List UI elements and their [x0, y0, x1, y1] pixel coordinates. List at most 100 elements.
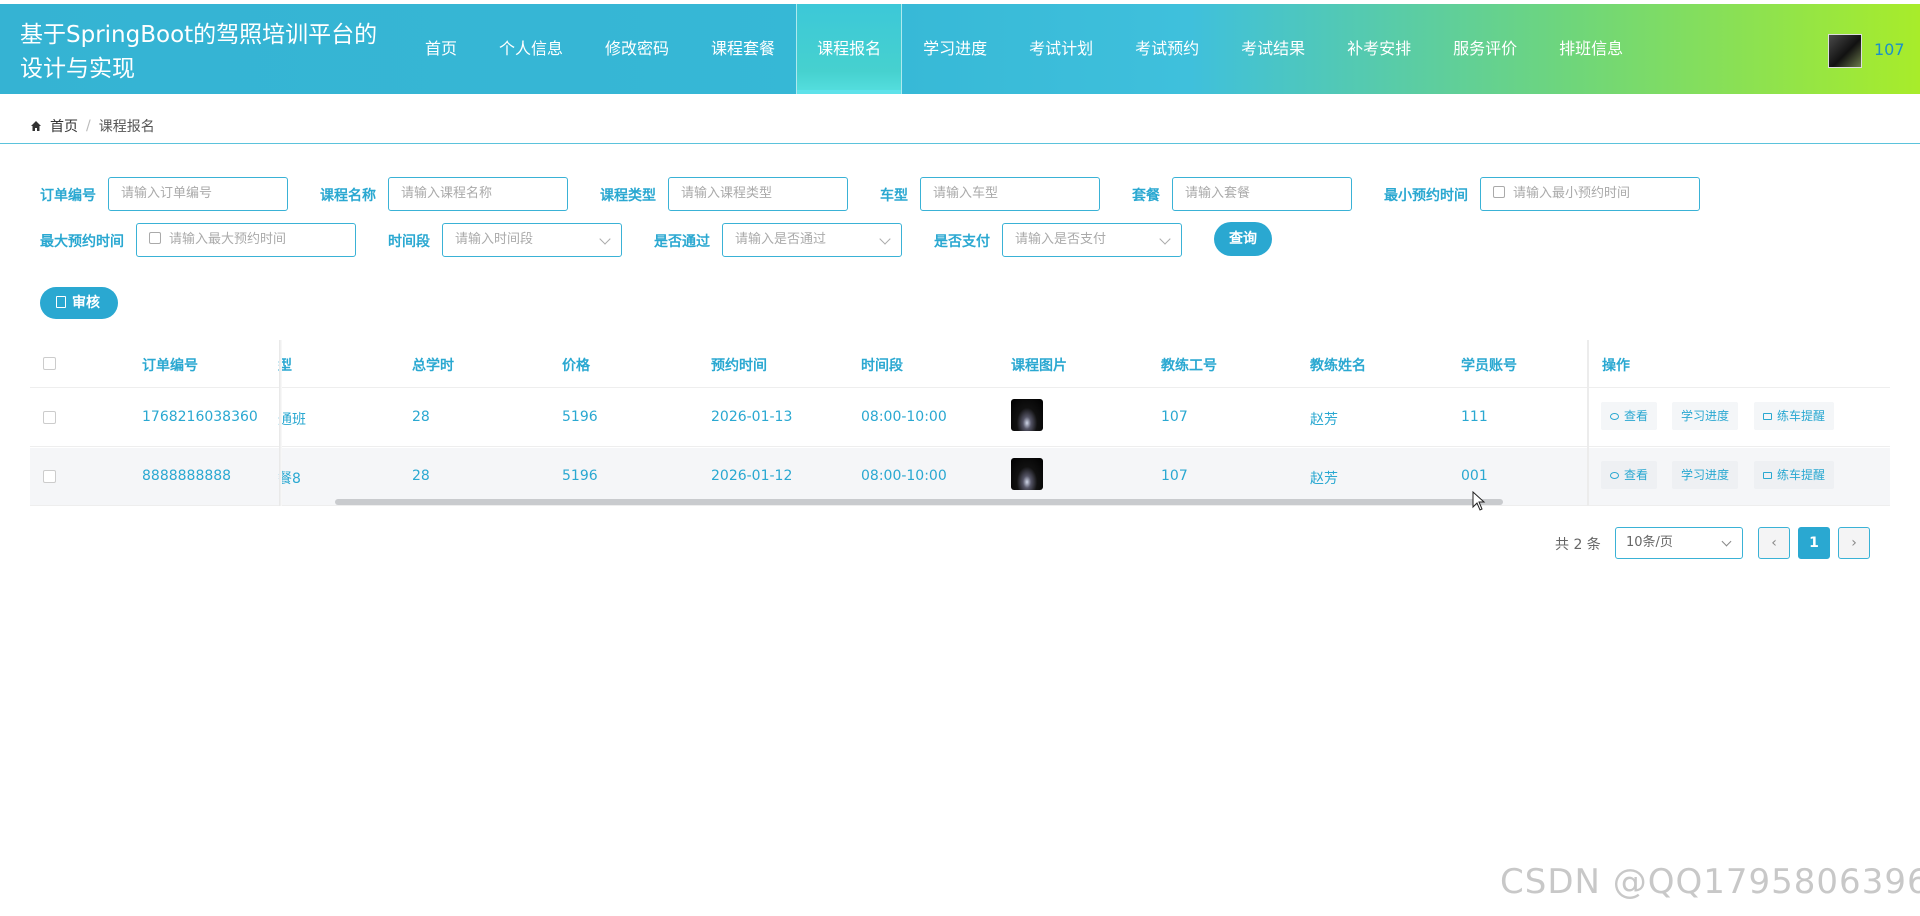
- col-price: 价格: [562, 358, 590, 374]
- nav-exam-booking[interactable]: 考试预约: [1114, 4, 1220, 94]
- fixed-column-shadow: [279, 340, 282, 506]
- next-page-button[interactable]: ›: [1838, 527, 1870, 559]
- course-image[interactable]: [1011, 458, 1043, 490]
- calendar-icon: [1493, 186, 1505, 198]
- practice-reminder-label: 练车提醒: [1777, 468, 1826, 482]
- cell-order-no: 8888888888: [142, 468, 232, 484]
- col-coach-name: 教练姓名: [1310, 358, 1366, 374]
- col-hours: 总学时: [412, 358, 454, 374]
- page-size-value: 10条/页: [1626, 535, 1673, 550]
- view-button[interactable]: 查看: [1601, 402, 1658, 430]
- calendar-icon: [149, 232, 161, 244]
- mouse-cursor-icon: [1472, 491, 1486, 511]
- col-time-slot: 时间段: [861, 358, 903, 374]
- view-label: 查看: [1624, 409, 1649, 423]
- nav-schedule[interactable]: 排班信息: [1538, 4, 1644, 94]
- query-button[interactable]: 查询: [1214, 222, 1272, 256]
- study-progress-button[interactable]: 学习进度: [1672, 461, 1739, 489]
- col-booking-date: 预约时间: [711, 358, 767, 374]
- cell-price: 5196: [562, 468, 598, 484]
- col-order-no[interactable]: 订单编号: [142, 355, 198, 375]
- course-type-input[interactable]: 请输入课程类型: [668, 177, 848, 211]
- select-all-checkbox[interactable]: [43, 357, 56, 370]
- practice-reminder-button[interactable]: 练车提醒: [1754, 402, 1835, 430]
- cell-coach-name: 赵芳: [1310, 471, 1338, 487]
- row-checkbox[interactable]: [43, 470, 56, 483]
- order-no-input[interactable]: 请输入订单编号: [108, 177, 288, 211]
- audit-button[interactable]: 审核: [40, 287, 118, 319]
- breadcrumb-separator: /: [86, 118, 91, 134]
- paid-select[interactable]: 请输入是否支付: [1002, 223, 1182, 257]
- course-image[interactable]: [1011, 399, 1043, 431]
- paid-label: 是否支付: [934, 234, 990, 250]
- breadcrumb-home[interactable]: 首页: [50, 116, 78, 136]
- max-time-picker[interactable]: 请输入最大预约时间: [136, 223, 356, 257]
- page-1-button[interactable]: 1: [1798, 527, 1830, 559]
- page-size-select[interactable]: 10条/页: [1615, 527, 1743, 559]
- cell-coach-id: 107: [1161, 409, 1188, 425]
- cell-hours: 28: [412, 409, 430, 425]
- breadcrumb: 首页 / 课程报名: [30, 116, 155, 136]
- cell-student-account: 001: [1461, 468, 1488, 484]
- audit-label: 审核: [72, 295, 100, 311]
- study-progress-button[interactable]: 学习进度: [1672, 402, 1739, 430]
- package-input[interactable]: 请输入套餐: [1172, 177, 1352, 211]
- cell-booking-date: 2026-01-13: [711, 409, 793, 425]
- site-title: 基于SpringBoot的驾照培训平台的设计与实现: [20, 22, 378, 82]
- passed-label: 是否通过: [654, 234, 710, 250]
- col-student-account: 学员账号: [1461, 358, 1517, 374]
- time-slot-placeholder: 请输入时间段: [455, 232, 534, 247]
- nav-exam-results[interactable]: 考试结果: [1220, 4, 1326, 94]
- chevron-down-icon: [879, 233, 891, 245]
- min-time-label: 最小预约时间: [1384, 188, 1468, 204]
- passed-select[interactable]: 请输入是否通过: [722, 223, 902, 257]
- package-label: 套餐: [1132, 188, 1160, 204]
- course-name-label: 课程名称: [320, 188, 376, 204]
- min-time-picker[interactable]: 请输入最小预约时间: [1480, 177, 1700, 211]
- nav-course-enrollment[interactable]: 课程报名: [796, 4, 903, 94]
- nav-change-password[interactable]: 修改密码: [584, 4, 690, 94]
- cell-coach-id: 107: [1161, 468, 1188, 484]
- chevron-down-icon: [1721, 536, 1732, 547]
- nav-course-packages[interactable]: 课程套餐: [690, 4, 796, 94]
- max-time-placeholder: 请输入最大预约时间: [169, 232, 287, 247]
- time-slot-label: 时间段: [388, 234, 430, 250]
- message-icon: [1763, 413, 1772, 420]
- cell-price: 5196: [562, 409, 598, 425]
- row-checkbox[interactable]: [43, 411, 56, 424]
- breadcrumb-current: 课程报名: [98, 119, 155, 135]
- prev-page-button[interactable]: ‹: [1758, 527, 1790, 559]
- operations-column: 查看 学习进度 练车提醒 查看 学习进度 练车提醒: [1587, 340, 1890, 506]
- passed-placeholder: 请输入是否通过: [735, 232, 827, 247]
- user-name[interactable]: 107: [1874, 40, 1905, 59]
- practice-reminder-label: 练车提醒: [1777, 409, 1826, 423]
- message-icon: [1763, 472, 1772, 479]
- nav-service-review[interactable]: 服务评价: [1432, 4, 1538, 94]
- practice-reminder-button[interactable]: 练车提醒: [1754, 461, 1835, 489]
- top-header: 基于SpringBoot的驾照培训平台的设计与实现 首页 个人信息 修改密码 课…: [0, 4, 1920, 94]
- course-type-label: 课程类型: [600, 188, 656, 204]
- nav-makeup-exam[interactable]: 补考安排: [1326, 4, 1432, 94]
- paid-placeholder: 请输入是否支付: [1015, 232, 1107, 247]
- car-type-label: 车型: [880, 188, 908, 204]
- nav-home[interactable]: 首页: [404, 4, 478, 94]
- time-slot-select[interactable]: 请输入时间段: [442, 223, 622, 257]
- eye-icon: [1610, 413, 1619, 420]
- divider: [0, 143, 1920, 144]
- nav-exam-plan[interactable]: 考试计划: [1008, 4, 1114, 94]
- car-type-input[interactable]: 请输入车型: [920, 177, 1100, 211]
- cell-coach-name: 赵芳: [1310, 412, 1338, 428]
- cell-time-slot: 08:00-10:00: [861, 468, 947, 484]
- horizontal-scrollbar[interactable]: [335, 499, 1503, 505]
- pagination-total: 共 2 条: [1555, 537, 1601, 553]
- home-icon: [31, 121, 41, 131]
- watermark: CSDN @QQ1795806396: [1500, 862, 1920, 902]
- avatar[interactable]: [1828, 34, 1862, 68]
- cell-student-account: 111: [1461, 409, 1488, 425]
- view-button[interactable]: 查看: [1601, 461, 1658, 489]
- course-name-input[interactable]: 请输入课程名称: [388, 177, 568, 211]
- eye-icon: [1610, 472, 1619, 479]
- chevron-down-icon: [1159, 233, 1171, 245]
- nav-study-progress[interactable]: 学习进度: [902, 4, 1008, 94]
- nav-profile[interactable]: 个人信息: [478, 4, 584, 94]
